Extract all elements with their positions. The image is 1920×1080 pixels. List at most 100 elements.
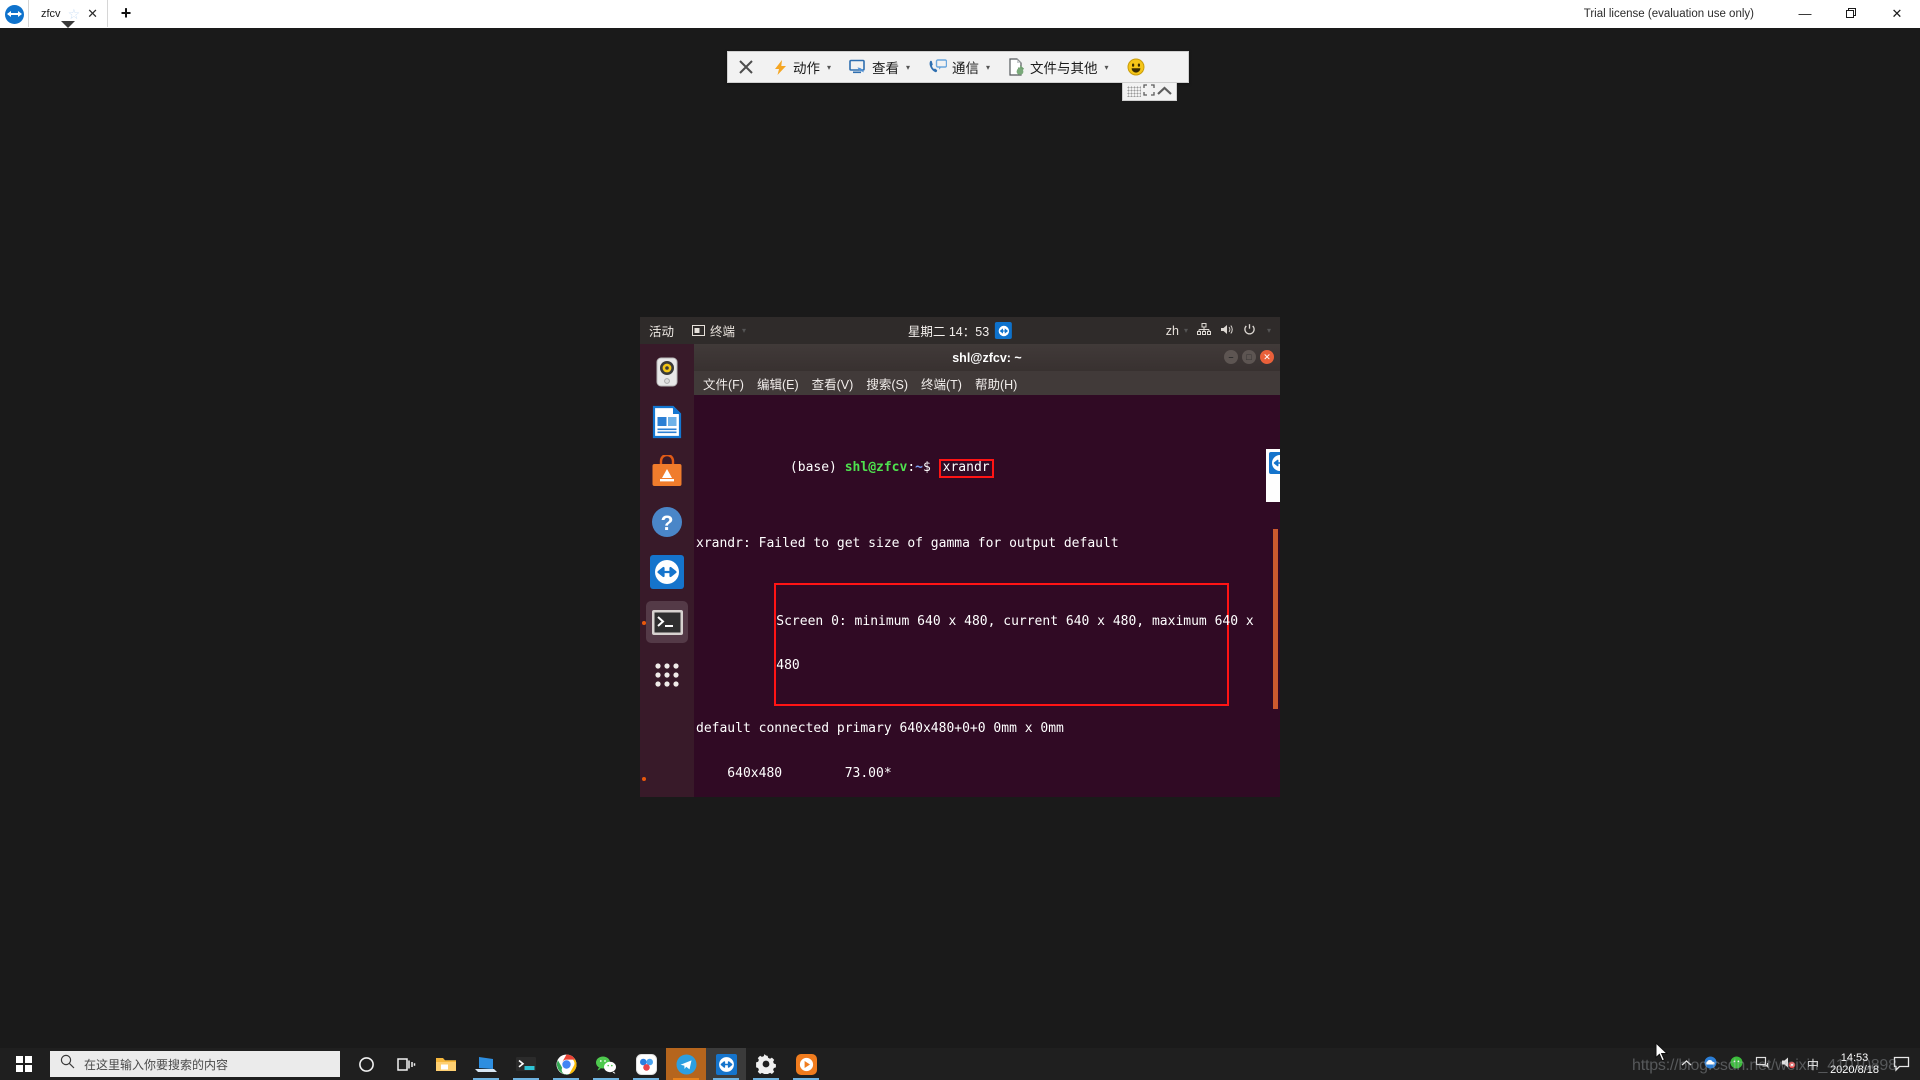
chevron-down-icon[interactable]: ▾ bbox=[1267, 326, 1271, 335]
gnome-terminal-window[interactable]: shl@zfcv: ~ – □ ✕ 文件(F) 编辑(E) 查看(V) 搜索(S… bbox=[694, 344, 1280, 797]
taskbar-baidu-netdisk-button[interactable] bbox=[626, 1048, 666, 1080]
search-placeholder: 在这里输入你要搜索的内容 bbox=[84, 1057, 229, 1072]
volume-icon[interactable] bbox=[1220, 323, 1234, 339]
ime-icon[interactable]: 中 bbox=[1807, 1056, 1819, 1073]
close-session-button[interactable] bbox=[728, 52, 764, 82]
remote-session-canvas[interactable]: 活动 终端 ▾ 星期二 14：53 zh ▾ ▾ ? shl@zfcv: ~ –… bbox=[0, 28, 1920, 1048]
notification-icon[interactable] bbox=[1890, 1048, 1912, 1080]
launcher-item-teamviewer[interactable] bbox=[642, 551, 688, 781]
terminal-line: 640x480 73.00* bbox=[696, 765, 892, 781]
menu-edit[interactable]: 编辑(E) bbox=[757, 374, 799, 393]
windows-start-icon[interactable] bbox=[0, 1048, 48, 1080]
menu-help[interactable]: 帮助(H) bbox=[975, 374, 1017, 393]
trial-license-notice: Trial license (evaluation use only) bbox=[1583, 7, 1754, 20]
telegram-icon bbox=[676, 1054, 696, 1074]
window-minimize-button[interactable]: — bbox=[1782, 0, 1828, 28]
potplayer-icon bbox=[795, 1053, 817, 1075]
file-explorer-icon bbox=[436, 1057, 456, 1071]
ubuntu-system-tray: zh ▾ ▾ bbox=[1166, 322, 1271, 339]
taskbar-wechat-button[interactable] bbox=[586, 1048, 626, 1080]
taskbar-task-view-button[interactable] bbox=[386, 1048, 426, 1080]
launcher-item-help[interactable]: ? bbox=[646, 501, 688, 543]
activities-button[interactable]: 活动 bbox=[649, 321, 674, 340]
menu-file[interactable]: 文件(F) bbox=[703, 374, 744, 393]
terminal-icon bbox=[516, 1056, 536, 1071]
taskbar-chrome-button[interactable] bbox=[546, 1048, 586, 1080]
chevron-down-icon: ▾ bbox=[986, 62, 991, 72]
terminal-output-area[interactable]: (base) shl@zfcv:~$ xrandr xrandr: Failed… bbox=[694, 395, 1280, 797]
ubuntu-remote-desktop[interactable]: 活动 终端 ▾ 星期二 14：53 zh ▾ ▾ ? shl@zfcv: ~ –… bbox=[640, 317, 1280, 797]
power-icon[interactable] bbox=[1243, 323, 1256, 339]
chevron-down-icon: ▾ bbox=[906, 62, 911, 72]
mouse-pointer-icon bbox=[1655, 1041, 1670, 1068]
toolbar-smiley-button[interactable] bbox=[1118, 52, 1154, 82]
taskbar-file-explorer-button[interactable] bbox=[426, 1048, 466, 1080]
chevron-up-icon[interactable] bbox=[1157, 83, 1172, 101]
terminal-scrollbar[interactable] bbox=[1273, 529, 1278, 709]
launcher-item-terminal[interactable] bbox=[646, 601, 688, 643]
taskbar-terminal-button[interactable] bbox=[506, 1048, 546, 1080]
terminal-close-button[interactable]: ✕ bbox=[1260, 350, 1274, 364]
close-icon bbox=[739, 60, 753, 74]
taskbar-settings-button[interactable] bbox=[746, 1048, 786, 1080]
teamviewer-tray-icon[interactable] bbox=[995, 322, 1013, 339]
taskbar-potplayer-button[interactable] bbox=[786, 1048, 826, 1080]
terminal-maximize-button[interactable]: □ bbox=[1242, 350, 1256, 364]
volume-mute-icon[interactable] bbox=[1781, 1056, 1796, 1072]
chevron-up-icon[interactable] bbox=[1681, 1058, 1692, 1070]
taskbar-remote-desktop-button[interactable] bbox=[466, 1048, 506, 1080]
highlighted-command-xrandr: xrandr bbox=[938, 458, 994, 478]
titlebar-right-group: Trial license (evaluation use only) — ✕ bbox=[1584, 0, 1920, 27]
session-tab-zfcv[interactable]: zfcv ☆ ✕ bbox=[28, 0, 109, 27]
menu-view[interactable]: 查看(V) bbox=[812, 374, 854, 393]
teamviewer-icon bbox=[715, 1053, 737, 1075]
menu-search[interactable]: 搜索(S) bbox=[866, 374, 908, 393]
launcher-item-ubuntu-software[interactable] bbox=[646, 451, 688, 493]
current-app-menu[interactable]: 终端 ▾ bbox=[692, 321, 746, 340]
new-tab-button[interactable]: + bbox=[108, 0, 144, 27]
windows-taskbar: 在这里输入你要搜索的内容 中 14:53 2020/8/18 bbox=[0, 1048, 1920, 1080]
libreoffice-writer-icon bbox=[652, 405, 682, 439]
taskbar-telegram-button[interactable] bbox=[666, 1048, 706, 1080]
onedrive-icon[interactable] bbox=[1703, 1056, 1718, 1072]
wechat-tray-icon[interactable] bbox=[1729, 1056, 1744, 1072]
teamviewer-toolbar-handle[interactable] bbox=[1122, 83, 1177, 101]
toolbar-view-menu[interactable]: 查看 ▾ bbox=[840, 52, 919, 82]
search-input[interactable]: 在这里输入你要搜索的内容 bbox=[50, 1051, 340, 1077]
terminal-titlebar: shl@zfcv: ~ – □ ✕ bbox=[694, 344, 1280, 371]
amplifier-icon bbox=[656, 357, 678, 387]
ubuntu-clock[interactable]: 星期二 14：53 bbox=[908, 321, 1013, 340]
toolbar-actions-menu[interactable]: 动作 ▾ bbox=[764, 52, 840, 82]
taskbar-teamviewer-button[interactable] bbox=[706, 1048, 746, 1080]
prompt-path: ~ bbox=[915, 459, 923, 475]
session-tab-label: zfcv bbox=[41, 7, 61, 20]
file-transfer-icon bbox=[1008, 58, 1025, 76]
close-icon[interactable]: ✕ bbox=[87, 7, 98, 20]
grip-dots-icon[interactable] bbox=[1127, 86, 1141, 97]
help-icon: ? bbox=[652, 507, 682, 537]
terminal-minimize-button[interactable]: – bbox=[1224, 350, 1238, 364]
taskbar-cortana-button[interactable] bbox=[346, 1048, 386, 1080]
launcher-item-amplifier[interactable] bbox=[646, 351, 688, 393]
window-close-button[interactable]: ✕ bbox=[1874, 0, 1920, 28]
launcher-item-libreoffice-writer[interactable] bbox=[646, 401, 688, 443]
keyboard-layout-indicator[interactable]: zh ▾ bbox=[1166, 324, 1188, 338]
prompt-conda-env: (base) bbox=[789, 459, 845, 475]
teamviewer-sidebar-tab-icon[interactable] bbox=[1266, 449, 1280, 502]
star-icon[interactable]: ☆ bbox=[68, 7, 81, 21]
settings-gear-icon bbox=[756, 1054, 776, 1074]
launcher-item-show-applications[interactable] bbox=[646, 654, 688, 696]
screenshot-icon[interactable] bbox=[1755, 1056, 1770, 1072]
prompt-dollar: $ bbox=[923, 459, 939, 475]
ubuntu-software-icon bbox=[652, 455, 682, 486]
window-maximize-button[interactable] bbox=[1828, 0, 1874, 28]
fullscreen-icon[interactable] bbox=[1143, 83, 1155, 101]
menu-terminal[interactable]: 终端(T) bbox=[921, 374, 962, 393]
terminal-line: (base) shl@zfcv:~$ xrandr bbox=[696, 444, 1280, 493]
toolbar-files-extras-menu[interactable]: 文件与其他 ▾ bbox=[999, 52, 1118, 82]
clock-time: 14:53 bbox=[1840, 1052, 1869, 1064]
ubuntu-top-bar: 活动 终端 ▾ 星期二 14：53 zh ▾ ▾ bbox=[640, 317, 1280, 344]
toolbar-communicate-menu[interactable]: 通信 ▾ bbox=[919, 52, 999, 82]
taskbar-clock[interactable]: 14:53 2020/8/18 bbox=[1830, 1052, 1879, 1076]
network-icon[interactable] bbox=[1196, 322, 1211, 339]
